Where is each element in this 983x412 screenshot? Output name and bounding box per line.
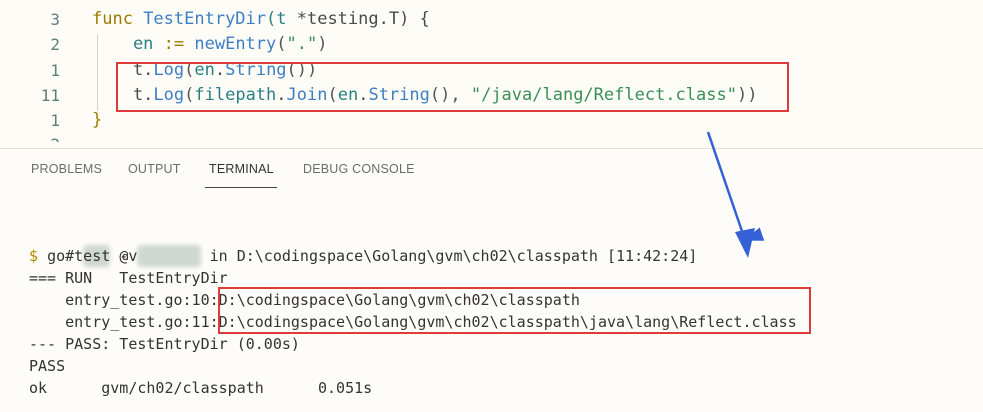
- annotation-arrow: [706, 131, 765, 258]
- arrow-line: [706, 131, 765, 241]
- arrow-head: [735, 228, 755, 258]
